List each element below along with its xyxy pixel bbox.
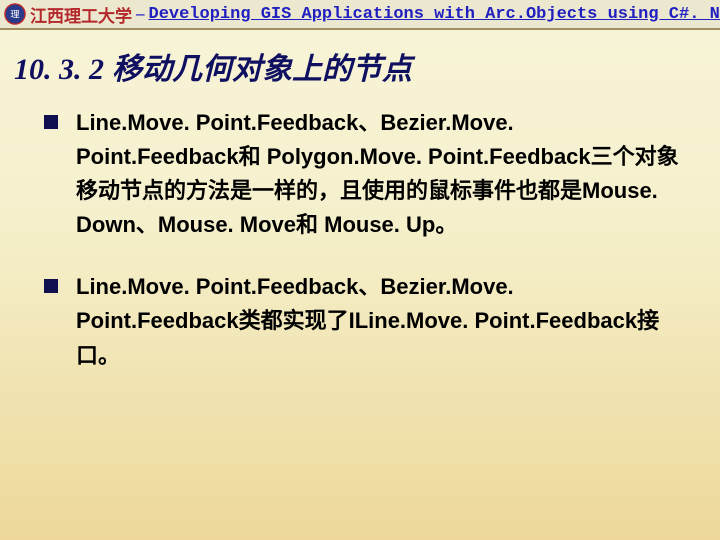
slide-content: Line.Move. Point.Feedback、Bezier.Move. P… bbox=[0, 96, 720, 373]
slide-title: 10. 3. 2移动几何对象上的节点 bbox=[0, 30, 720, 96]
svg-text:理: 理 bbox=[10, 10, 19, 20]
title-text: 移动几何对象上的节点 bbox=[112, 53, 412, 86]
list-item: Line.Move. Point.Feedback、Bezier.Move. P… bbox=[40, 106, 680, 242]
bullet-list: Line.Move. Point.Feedback、Bezier.Move. P… bbox=[40, 106, 680, 373]
header-subtitle: Developing GIS Applications with Arc.Obj… bbox=[149, 5, 720, 24]
header-dash: – bbox=[136, 4, 145, 24]
university-logo-icon: 理 bbox=[4, 3, 26, 25]
header-org: 江西理工大学 bbox=[30, 2, 132, 27]
header-bar: 理 江西理工大学 – Developing GIS Applications w… bbox=[0, 0, 720, 30]
title-number: 10. 3. 2 bbox=[14, 53, 104, 86]
list-item: Line.Move. Point.Feedback、Bezier.Move. P… bbox=[40, 270, 680, 372]
